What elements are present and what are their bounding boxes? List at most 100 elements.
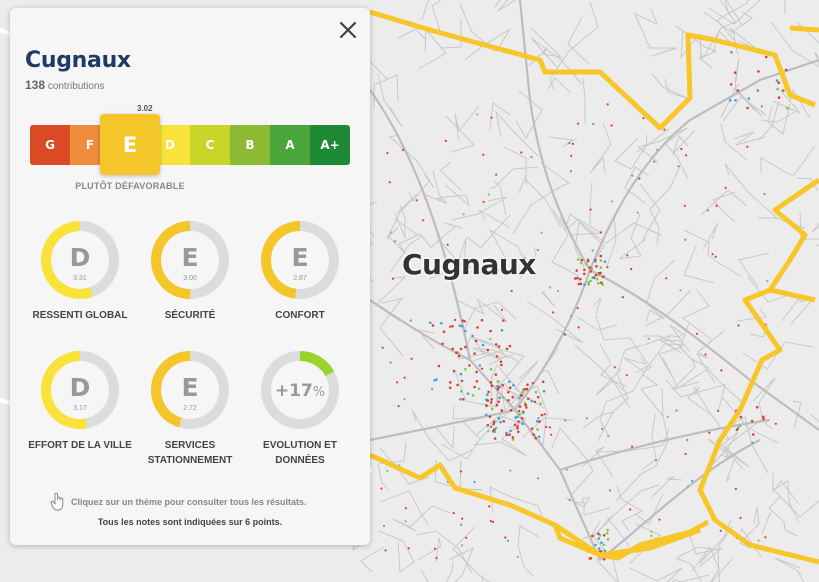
contribution-point <box>579 277 582 281</box>
contribution-point <box>482 200 485 203</box>
contribution-point <box>509 469 512 472</box>
theme-letter: D <box>70 243 91 272</box>
contribution-point <box>684 452 687 455</box>
contribution-point <box>766 280 769 283</box>
contribution-point <box>458 324 462 328</box>
contribution-point <box>580 261 583 265</box>
contribution-point <box>537 477 540 480</box>
contribution-point <box>568 142 571 145</box>
contribution-point <box>757 539 760 542</box>
contribution-point <box>494 343 498 346</box>
contribution-point <box>449 325 452 328</box>
contribution-point <box>492 420 496 424</box>
contribution-point <box>569 314 573 318</box>
contribution-point <box>540 231 543 234</box>
contribution-point <box>452 369 456 373</box>
contribution-point <box>537 435 541 439</box>
contribution-point <box>734 487 738 491</box>
grade-scale: GFEDCBAA+ <box>30 125 350 165</box>
contribution-point <box>517 420 520 423</box>
contribution-point <box>607 435 610 438</box>
contribution-point <box>507 399 510 402</box>
contribution-point <box>459 398 462 401</box>
contribution-point <box>548 426 551 429</box>
contribution-point <box>599 266 603 269</box>
contribution-point <box>650 530 653 533</box>
contribution-point <box>490 398 494 401</box>
hint-text: Cliquez sur un thème pour consulter tous… <box>71 497 307 507</box>
close-button[interactable] <box>336 18 360 42</box>
contribution-point <box>391 277 395 280</box>
contribution-point <box>715 204 718 207</box>
contribution-point <box>520 394 523 397</box>
grade-b: B <box>230 125 270 165</box>
contribution-point <box>647 337 650 340</box>
contribution-point <box>600 281 603 285</box>
contribution-point <box>422 219 425 222</box>
contribution-point <box>683 204 686 207</box>
contribution-point <box>626 254 629 257</box>
contribution-point <box>608 489 612 492</box>
theme-confort[interactable]: E 2.87 CONFORT <box>245 220 355 323</box>
contribution-point <box>488 505 491 508</box>
gauge-ring: D 3.17 <box>41 351 119 429</box>
contribution-point <box>602 558 606 561</box>
contribution-point <box>577 122 580 125</box>
contribution-point <box>516 427 519 430</box>
theme-evolution-et-donnees[interactable]: +17% EVOLUTION ET DONNÉES <box>245 350 355 468</box>
contribution-point <box>386 469 389 472</box>
contribution-point <box>495 403 499 407</box>
contribution-point <box>485 404 488 408</box>
contribution-point <box>530 399 533 403</box>
contribution-point <box>508 344 512 348</box>
contribution-point <box>388 181 391 184</box>
contribution-point <box>650 534 653 537</box>
contribution-point <box>496 380 500 383</box>
theme-label: RESSENTI GLOBAL <box>32 310 128 321</box>
theme-ressenti-global[interactable]: D 3.31 RESSENTI GLOBAL <box>25 220 135 323</box>
contribution-point <box>776 87 779 91</box>
contribution-point <box>736 89 740 92</box>
grade-c: C <box>190 125 230 165</box>
contribution-point <box>495 385 499 388</box>
contribution-point <box>490 116 493 119</box>
contribution-point <box>784 68 788 72</box>
contribution-point <box>520 151 523 154</box>
contribution-point <box>734 99 737 102</box>
contribution-point <box>686 438 689 442</box>
contribution-point <box>494 426 498 430</box>
contribution-point <box>401 148 405 151</box>
contribution-point <box>429 321 432 325</box>
contribution-point <box>491 520 495 524</box>
contribution-point <box>750 419 754 423</box>
theme-services-stationnement[interactable]: E 2.72 SERVICES STATIONNEMENT <box>135 350 245 468</box>
contribution-point <box>505 433 509 437</box>
contribution-point <box>636 211 639 214</box>
contribution-point <box>563 332 566 335</box>
contribution-point <box>523 401 527 404</box>
theme-securite[interactable]: E 3.00 SÉCURITÉ <box>135 220 245 323</box>
contribution-point <box>482 153 485 156</box>
contribution-point <box>610 200 614 203</box>
theme-label: EFFORT DE LA VILLE <box>28 440 132 451</box>
contribution-point <box>739 415 743 419</box>
contribution-point <box>638 177 641 180</box>
contribution-point <box>444 139 447 142</box>
contribution-point <box>610 124 613 127</box>
contribution-point <box>382 524 386 528</box>
contribution-point <box>543 413 546 416</box>
contribution-point <box>544 425 548 429</box>
close-icon[interactable] <box>336 18 360 42</box>
theme-effort-de-la-ville[interactable]: D 3.17 EFFORT DE LA VILLE <box>25 350 135 453</box>
contribution-point <box>487 430 490 433</box>
contribution-point <box>729 83 733 86</box>
contribution-point <box>476 113 479 116</box>
contribution-point <box>599 231 603 234</box>
contribution-point <box>589 279 592 283</box>
contribution-point <box>576 307 579 310</box>
contribution-point <box>666 415 669 418</box>
contribution-point <box>621 296 625 299</box>
contribution-point <box>606 266 609 269</box>
contribution-point <box>393 240 397 243</box>
contribution-point <box>774 422 777 425</box>
